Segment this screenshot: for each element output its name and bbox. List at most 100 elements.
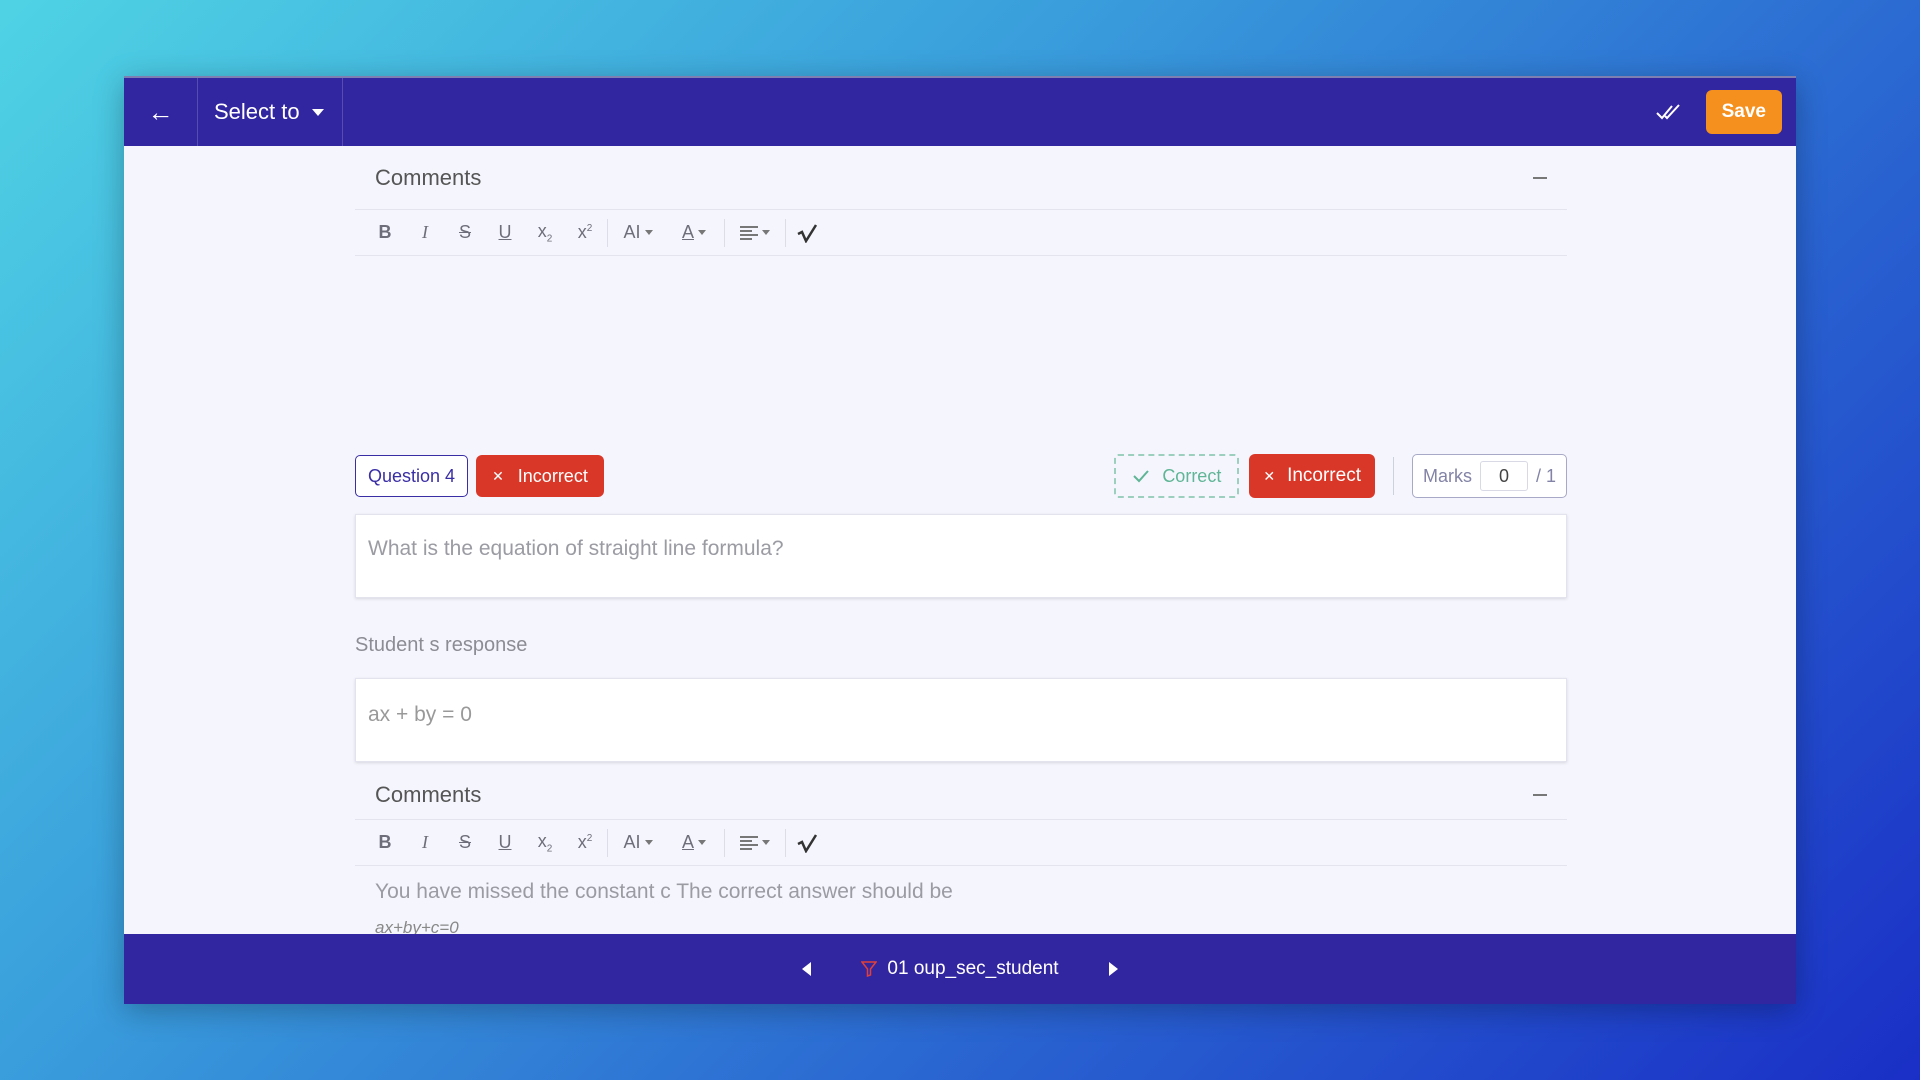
chevron-down-icon — [698, 840, 706, 845]
square-root-icon — [797, 223, 818, 243]
strikethrough-button[interactable]: S — [445, 215, 485, 251]
select-to-label: Select to — [214, 99, 300, 124]
status-badge: ✕ Incorrect — [476, 455, 604, 497]
square-root-icon — [797, 833, 818, 853]
subscript-base: x — [537, 830, 547, 851]
close-icon: ✕ — [1263, 467, 1276, 484]
toolbar-divider — [785, 218, 786, 247]
font-size-icon: AI — [623, 832, 641, 852]
check-icon — [1133, 470, 1150, 483]
subscript-icon: x2 — [538, 831, 553, 855]
underline-button[interactable]: U — [485, 215, 525, 251]
comments-title: Comments — [375, 164, 482, 190]
underline-icon: U — [498, 222, 512, 242]
font-color-icon: A — [681, 832, 694, 852]
mark-incorrect-button[interactable]: ✕ Incorrect — [1249, 454, 1375, 498]
italic-icon: I — [422, 222, 428, 242]
subscript-icon: x2 — [538, 221, 553, 245]
font-size-icon: AI — [623, 222, 641, 242]
student-response-label: Student s response — [355, 634, 528, 656]
chevron-down-icon — [644, 230, 653, 235]
comments-section-top: Comments B I S U x2 x2 AI A — [355, 146, 1567, 354]
superscript-mark: 2 — [586, 833, 593, 844]
bold-button[interactable]: B — [365, 215, 405, 251]
chevron-down-icon — [762, 840, 770, 845]
chevron-down-icon — [698, 230, 706, 235]
student-navigation-bar: 01 oup_sec_student — [124, 934, 1796, 1004]
italic-button[interactable]: I — [405, 825, 445, 861]
student-selector[interactable]: 01 oup_sec_student — [861, 958, 1059, 980]
align-dropdown[interactable] — [727, 215, 783, 251]
chevron-down-icon — [644, 840, 653, 845]
toolbar-divider — [785, 828, 786, 857]
superscript-icon: x2 — [578, 832, 593, 853]
comments-header: Comments — [355, 770, 1567, 820]
subscript-mark: 2 — [546, 233, 553, 245]
italic-button[interactable]: I — [405, 215, 445, 251]
font-color-dropdown[interactable]: A — [666, 215, 722, 251]
filter-icon — [861, 961, 878, 977]
marks-label: Marks — [1422, 465, 1472, 486]
align-left-icon — [740, 835, 758, 850]
chevron-down-icon — [762, 230, 770, 235]
mark-correct-button[interactable]: Correct — [1114, 454, 1240, 498]
previous-student-button[interactable] — [802, 962, 812, 976]
subscript-button[interactable]: x2 — [525, 215, 565, 251]
comment-editor-top[interactable] — [355, 256, 1567, 354]
save-button[interactable]: Save — [1705, 90, 1782, 134]
superscript-button[interactable]: x2 — [565, 825, 605, 861]
comments-title: Comments — [375, 781, 482, 807]
bold-icon: B — [378, 832, 392, 852]
align-dropdown[interactable] — [727, 825, 783, 861]
superscript-button[interactable]: x2 — [565, 215, 605, 251]
toolbar-divider — [607, 218, 608, 247]
back-arrow-icon: ← — [147, 96, 174, 127]
mark-complete-button[interactable] — [1650, 92, 1690, 132]
font-color-icon: A — [681, 222, 694, 242]
toolbar-divider — [724, 218, 725, 247]
grading-window: ← Select to Save Comments B I S U x2 x2 … — [124, 76, 1796, 1004]
marks-input[interactable] — [1479, 461, 1528, 491]
rich-text-toolbar: B I S U x2 x2 AI A — [355, 820, 1567, 866]
rich-text-toolbar: B I S U x2 x2 AI A — [355, 210, 1567, 256]
underline-icon: U — [498, 832, 512, 852]
collapse-icon[interactable] — [1533, 793, 1547, 796]
strikethrough-icon: S — [458, 222, 471, 242]
close-icon: ✕ — [492, 467, 504, 484]
comment-text: You have missed the constant c The corre… — [375, 880, 953, 903]
next-student-button[interactable] — [1108, 962, 1118, 976]
align-left-icon — [740, 225, 758, 240]
strikethrough-icon: S — [458, 832, 471, 852]
collapse-icon[interactable] — [1533, 176, 1547, 179]
font-color-dropdown[interactable]: A — [666, 825, 722, 861]
question-number-badge: Question 4 — [355, 455, 469, 497]
math-equation-button[interactable] — [788, 215, 828, 251]
question-status-row: Question 4 ✕ Incorrect Correct ✕ Incorre… — [355, 454, 1567, 498]
toolbar-divider — [607, 828, 608, 857]
double-check-icon — [1655, 104, 1680, 120]
subscript-base: x — [537, 220, 547, 241]
main-content: Comments B I S U x2 x2 AI A Question 4 ✕… — [355, 146, 1567, 937]
status-badge-label: Incorrect — [517, 465, 588, 486]
subscript-button[interactable]: x2 — [525, 825, 565, 861]
italic-icon: I — [422, 832, 428, 852]
font-size-dropdown[interactable]: AI — [610, 825, 666, 861]
question-text-box: What is the equation of straight line fo… — [355, 514, 1567, 598]
chevron-down-icon — [311, 108, 324, 116]
strikethrough-button[interactable]: S — [445, 825, 485, 861]
toolbar-divider — [724, 828, 725, 857]
back-button[interactable]: ← — [124, 78, 198, 146]
top-bar: ← Select to Save — [124, 76, 1796, 146]
comments-header: Comments — [355, 146, 1567, 210]
marks-total: / 1 — [1535, 465, 1556, 486]
bold-button[interactable]: B — [365, 825, 405, 861]
bold-icon: B — [378, 222, 392, 242]
math-equation-button[interactable] — [788, 825, 828, 861]
superscript-icon: x2 — [578, 222, 593, 243]
font-size-dropdown[interactable]: AI — [610, 215, 666, 251]
comments-section-bottom: Comments B I S U x2 x2 AI A You have mis… — [355, 770, 1567, 946]
select-to-dropdown[interactable]: Select to — [198, 78, 343, 146]
underline-button[interactable]: U — [485, 825, 525, 861]
superscript-mark: 2 — [586, 223, 593, 234]
subscript-mark: 2 — [546, 843, 553, 855]
